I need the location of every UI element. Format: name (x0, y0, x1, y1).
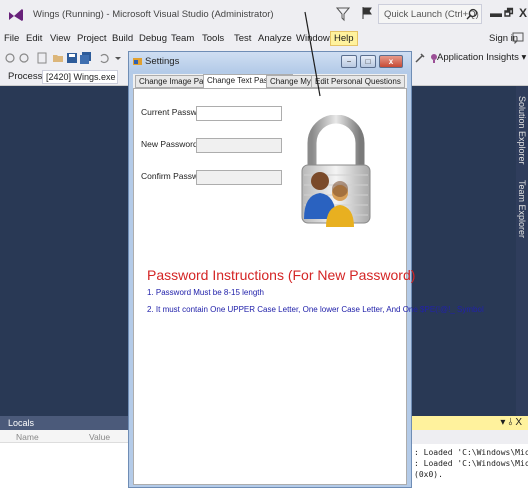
output-pin-close-buttons[interactable]: ▾ ⫰ X (500, 417, 522, 428)
tab-team-explorer[interactable]: Team Explorer (517, 180, 527, 238)
output-line: : Loaded 'C:\Windows\Micros (414, 448, 528, 457)
tool-icon[interactable] (414, 52, 426, 64)
output-header: ▾ ⫰ X (412, 416, 528, 430)
application-insights-button[interactable]: Application Insights ▾ (437, 52, 526, 63)
settings-dialog-body: Change Image Password Change Text Passwo… (133, 74, 484, 485)
padlock-users-icon (301, 115, 371, 227)
notification-flag-icon[interactable] (360, 6, 374, 20)
editor-area-left (0, 86, 128, 416)
output-line: (0x0). (414, 470, 443, 479)
menu-test[interactable]: Test (234, 33, 251, 44)
new-password-field[interactable] (196, 138, 282, 153)
output-pane: ▾ ⫰ X : Loaded 'C:\Windows\Micros : Load… (412, 416, 528, 488)
close-button[interactable]: X (519, 6, 527, 20)
tab-edit-personal-questions[interactable]: Edit Personal Questions (311, 75, 405, 88)
feedback-icon[interactable] (512, 32, 524, 44)
output-toolbar (412, 430, 528, 444)
process-label: Process: (8, 71, 45, 82)
save-all-icon[interactable] (80, 52, 92, 64)
open-folder-icon[interactable] (52, 52, 64, 64)
filter-icon[interactable] (336, 6, 350, 22)
quick-launch-placeholder: Quick Launch (Ctrl+Q) (384, 9, 479, 20)
menu-bar: File Edit View Project Build Debug Team … (0, 30, 528, 48)
menu-help[interactable]: Help (330, 31, 358, 46)
search-icon[interactable] (466, 8, 478, 20)
process-select[interactable]: [2420] Wings.exe (42, 70, 118, 84)
vs-title-bar: Wings (Running) - Microsoft Visual Studi… (0, 0, 528, 30)
locals-column-headers: Name Value (0, 430, 128, 443)
dialog-close-button[interactable]: x (379, 55, 403, 68)
save-icon[interactable] (66, 52, 78, 64)
menu-analyze[interactable]: Analyze (258, 33, 292, 44)
settings-dialog-title: Settings (145, 56, 180, 67)
menu-team[interactable]: Team (171, 33, 194, 44)
password-rule-1: 1. Password Must be 8-15 length (147, 288, 264, 297)
editor-area-right (412, 86, 516, 416)
undo-icon[interactable] (98, 52, 110, 64)
locals-title: Locals (8, 418, 35, 428)
process-value: [2420] Wings.exe (46, 72, 116, 82)
menu-debug[interactable]: Debug (139, 33, 167, 44)
menu-file[interactable]: File (4, 33, 19, 44)
menu-build[interactable]: Build (112, 33, 133, 44)
settings-dialog: Settings − □ x Change Image Password Cha… (128, 51, 484, 488)
restore-button[interactable]: 🗗 (504, 6, 513, 23)
output-line: : Loaded 'C:\Windows\Micros (414, 459, 528, 468)
menu-edit[interactable]: Edit (26, 33, 42, 44)
visual-studio-logo-icon (9, 9, 23, 21)
tab-solution-explorer[interactable]: Solution Explorer (517, 96, 527, 165)
quick-launch-input[interactable]: Quick Launch (Ctrl+Q) (378, 4, 482, 24)
menu-project[interactable]: Project (77, 33, 107, 44)
back-navigate-icon[interactable] (4, 52, 16, 64)
locals-col-name[interactable]: Name (16, 432, 39, 442)
settings-app-icon (133, 58, 142, 65)
new-password-label: New Password (141, 139, 198, 149)
menu-view[interactable]: View (50, 33, 70, 44)
minimize-button[interactable]: ▬ (490, 6, 502, 20)
password-instructions-title: Password Instructions (For New Password) (147, 267, 416, 283)
locals-col-value[interactable]: Value (89, 432, 110, 442)
locals-header: Locals (0, 416, 128, 430)
settings-dialog-titlebar[interactable]: Settings − □ x (129, 52, 411, 72)
locals-pane: Locals Name Value (0, 416, 128, 488)
confirm-password-field[interactable] (196, 170, 282, 185)
menu-window[interactable]: Window (296, 33, 330, 44)
settings-tabstrip: Change Image Password Change Text Passwo… (133, 74, 407, 88)
window-title: Wings (Running) - Microsoft Visual Studi… (33, 9, 274, 20)
dropdown-arrow-icon[interactable] (112, 52, 124, 64)
forward-navigate-icon[interactable] (18, 52, 30, 64)
change-text-password-page: Current Password New Password Confirm Pa… (133, 88, 484, 485)
new-project-icon[interactable] (36, 52, 48, 64)
dialog-maximize-button[interactable]: □ (360, 55, 376, 68)
dialog-minimize-button[interactable]: − (341, 55, 357, 68)
menu-tools[interactable]: Tools (202, 33, 224, 44)
password-rule-2: 2. It must contain One UPPER Case Letter… (147, 305, 484, 314)
current-password-field[interactable] (196, 106, 282, 121)
